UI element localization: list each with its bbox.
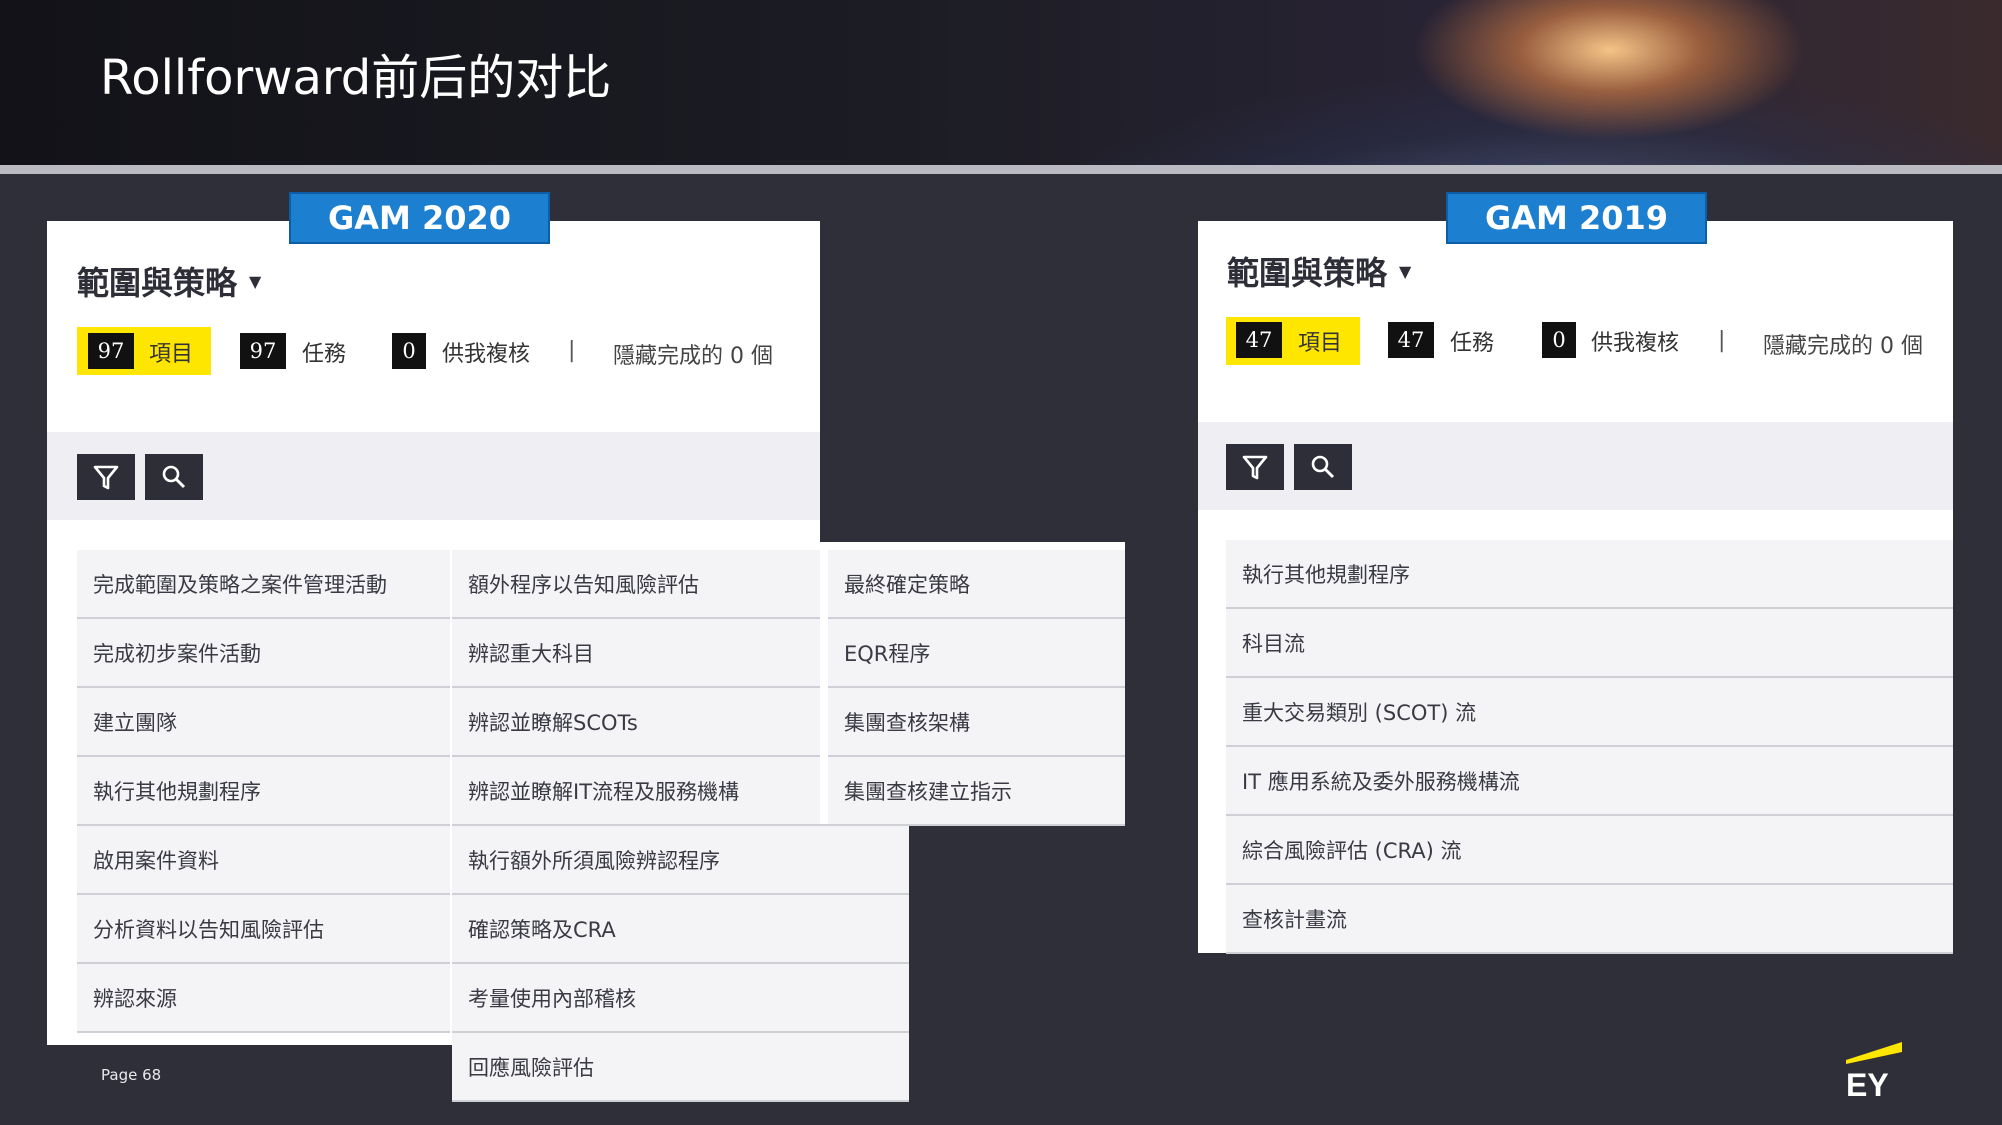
task-list-item[interactable]: 執行其他規劃程序 [1226, 540, 1953, 609]
section-title-text: 範圍與策略 [1227, 254, 1388, 292]
tasks-label: 任務 [302, 342, 347, 367]
task-list-item[interactable]: 重大交易類別 (SCOT) 流 [1226, 678, 1953, 747]
task-list-item[interactable]: 查核計畫流 [1226, 885, 1953, 954]
items-label: 項目 [149, 342, 194, 367]
svg-text:EY: EY [1846, 1067, 1889, 1098]
review-label: 供我複核 [1591, 331, 1680, 356]
task-list-item[interactable]: 科目流 [1226, 609, 1953, 678]
tasks-count[interactable]: 47 [1388, 322, 1434, 358]
hide-completed-link[interactable]: 隱藏完成的 0 個 [1763, 328, 1923, 360]
separator: | [568, 338, 576, 363]
search-button[interactable] [1294, 444, 1352, 490]
task-list-item[interactable]: 建立團隊 [77, 688, 450, 757]
list-top-border [828, 546, 1125, 550]
slide-title: Rollforward前后的对比 [100, 50, 612, 106]
task-list-item[interactable]: 辨認來源 [77, 964, 450, 1033]
filter-button[interactable] [77, 454, 135, 500]
task-list-item[interactable]: 執行額外所須風險辨認程序 [452, 826, 909, 895]
task-list-item[interactable]: 執行其他規劃程序 [77, 757, 450, 826]
filter-icon [1242, 455, 1268, 480]
hide-completed-link[interactable]: 隱藏完成的 0 個 [613, 338, 773, 370]
tasks-count[interactable]: 97 [240, 333, 286, 369]
page-number: Page 68 [101, 1066, 162, 1084]
task-list-item[interactable]: 分析資料以告知風險評估 [77, 895, 450, 964]
task-list-item[interactable]: 完成範圍及策略之案件管理活動 [77, 550, 450, 619]
task-list-item[interactable]: 集團查核架構 [828, 688, 1125, 757]
review-label: 供我複核 [442, 342, 531, 367]
items-label: 項目 [1298, 331, 1343, 356]
tasks-label: 任務 [1450, 331, 1495, 356]
task-list-item[interactable]: 集團查核建立指示 [828, 757, 1125, 826]
task-list-item[interactable]: 啟用案件資料 [77, 826, 450, 895]
section-title-2020[interactable]: 範圍與策略 ▼ [77, 258, 261, 304]
task-list-item[interactable]: IT 應用系統及委外服務機構流 [1226, 747, 1953, 816]
header-divider [0, 165, 2002, 174]
filter-icon [93, 465, 119, 490]
badge-gam-2019: GAM 2019 [1446, 192, 1707, 244]
section-title-2019[interactable]: 範圍與策略 ▼ [1227, 248, 1411, 294]
task-list-item[interactable]: 回應風險評估 [452, 1033, 909, 1102]
search-icon [162, 465, 186, 489]
task-list-item[interactable]: 考量使用內部稽核 [452, 964, 909, 1033]
ey-logo: EY [1846, 1040, 1906, 1103]
task-list-item[interactable]: 綜合風險評估 (CRA) 流 [1226, 816, 1953, 885]
task-list-item[interactable]: EQR程序 [828, 619, 1125, 688]
review-count[interactable]: 0 [1542, 322, 1576, 358]
separator: | [1718, 328, 1726, 353]
filter-button[interactable] [1226, 444, 1284, 490]
caret-down-icon: ▼ [1399, 261, 1412, 281]
items-count: 47 [1236, 322, 1282, 358]
items-count: 97 [88, 333, 134, 369]
section-title-text: 範圍與策略 [77, 264, 238, 302]
caret-down-icon: ▼ [249, 271, 262, 291]
badge-gam-2020: GAM 2020 [289, 192, 550, 244]
task-list-item[interactable]: 確認策略及CRA [452, 895, 909, 964]
task-list-item[interactable]: 完成初步案件活動 [77, 619, 450, 688]
review-count[interactable]: 0 [392, 333, 426, 369]
task-list-item[interactable]: 最終確定策略 [828, 550, 1125, 619]
search-button[interactable] [145, 454, 203, 500]
search-icon [1311, 455, 1335, 479]
